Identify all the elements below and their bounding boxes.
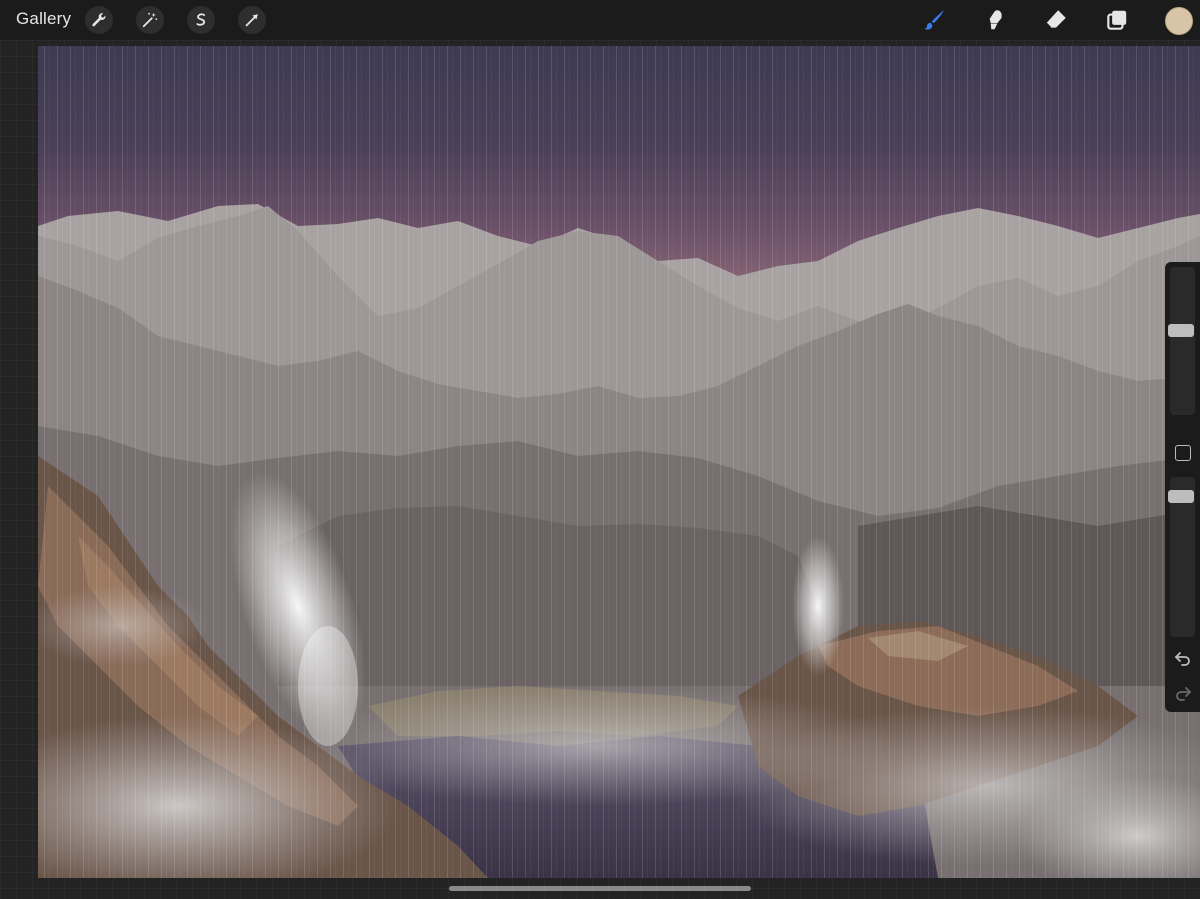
- redo-icon[interactable]: [1173, 685, 1193, 703]
- home-indicator[interactable]: [449, 886, 751, 891]
- brush-size-slider[interactable]: [1170, 267, 1195, 415]
- magic-wand-icon[interactable]: [136, 6, 164, 34]
- undo-icon[interactable]: [1173, 650, 1193, 668]
- color-picker-button[interactable]: [1165, 7, 1193, 35]
- transform-arrow-icon[interactable]: [238, 6, 266, 34]
- top-toolbar: Gallery: [0, 0, 1200, 40]
- wrench-icon[interactable]: [85, 6, 113, 34]
- gallery-button[interactable]: Gallery: [16, 9, 71, 29]
- brush-size-thumb[interactable]: [1168, 324, 1194, 337]
- brush-icon[interactable]: [920, 6, 948, 34]
- eraser-icon[interactable]: [1042, 6, 1070, 34]
- selection-icon[interactable]: [187, 6, 215, 34]
- layers-icon[interactable]: [1103, 6, 1131, 34]
- modify-button[interactable]: [1175, 445, 1191, 461]
- smudge-icon[interactable]: [980, 6, 1008, 34]
- brush-opacity-thumb[interactable]: [1168, 490, 1194, 503]
- side-toolbar: [1165, 262, 1200, 712]
- artwork-canvas[interactable]: [38, 46, 1200, 878]
